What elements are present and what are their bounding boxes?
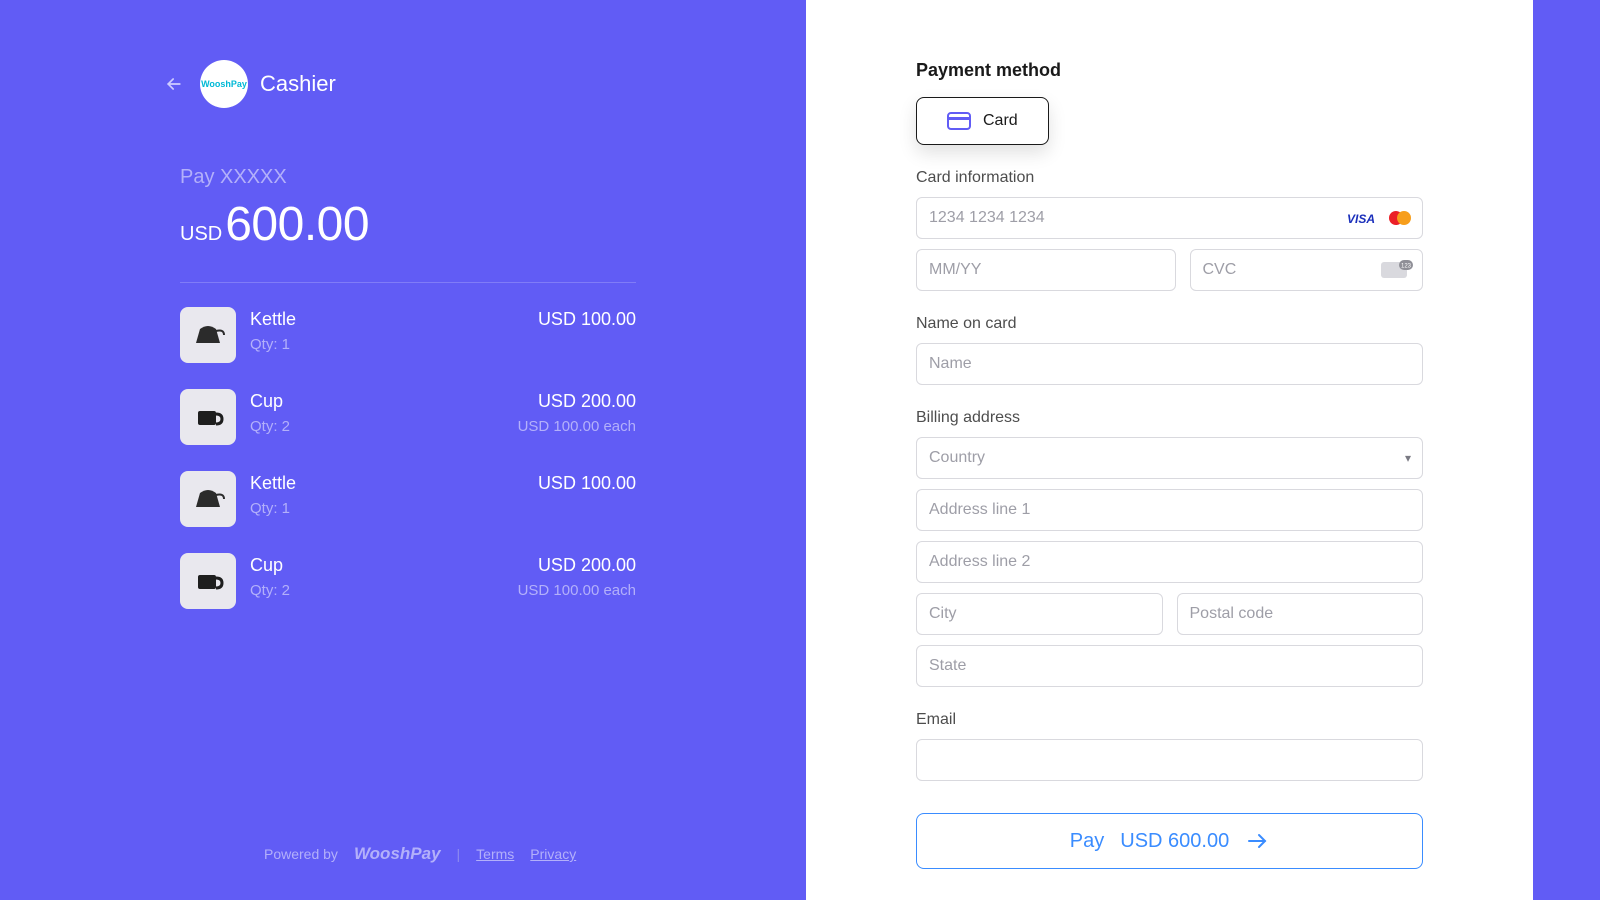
item-thumb [180, 471, 236, 527]
pay-button-amount: USD 600.00 [1120, 830, 1229, 853]
item-thumb [180, 307, 236, 363]
line-item: Kettle Qty: 1 USD 100.00 [180, 307, 636, 363]
card-icon [947, 112, 971, 130]
order-summary: Pay XXXXX USD 600.00 Kettle Qty: 1 USD 100… [180, 166, 636, 609]
item-price: USD 200.00 [518, 555, 636, 576]
privacy-link[interactable]: Privacy [530, 846, 576, 862]
item-name: Kettle [250, 473, 524, 494]
item-qty: Qty: 1 [250, 336, 524, 353]
powered-by-label: Powered by [264, 846, 338, 862]
arrow-right-icon [1245, 829, 1269, 853]
item-name: Cup [250, 555, 504, 576]
item-qty: Qty: 1 [250, 500, 524, 517]
line-item: Cup Qty: 2 USD 200.00 USD 100.00 each [180, 389, 636, 445]
back-arrow-icon[interactable] [164, 74, 184, 94]
item-price: USD 200.00 [518, 391, 636, 412]
visa-icon: VISA [1347, 211, 1381, 225]
city-input[interactable] [916, 593, 1163, 635]
pay-label: Pay XXXXX [180, 166, 636, 189]
item-thumb [180, 553, 236, 609]
brand-logo: WooshPay [200, 60, 248, 108]
line-items: Kettle Qty: 1 USD 100.00 Cup Qty: 2 USD 200.0… [180, 282, 636, 609]
brand-name: Cashier [260, 71, 336, 97]
card-expiry-input[interactable] [916, 249, 1176, 291]
total-amount: 600.00 [225, 197, 369, 252]
right-gutter [1533, 0, 1600, 900]
footer: Powered by WooshPay | Terms Privacy [164, 844, 706, 864]
cvc-hint-icon: 123 [1381, 260, 1413, 280]
pay-button-prefix: Pay [1070, 830, 1104, 853]
svg-text:VISA: VISA [1347, 212, 1375, 225]
address-line2-input[interactable] [916, 541, 1423, 583]
email-label: Email [916, 711, 1423, 729]
svg-text:123: 123 [1401, 264, 1412, 270]
mastercard-icon [1387, 210, 1413, 226]
postal-code-input[interactable] [1177, 593, 1424, 635]
amount-line: USD 600.00 [180, 197, 636, 252]
item-thumb [180, 389, 236, 445]
brand-row: WooshPay Cashier [164, 60, 706, 108]
terms-link[interactable]: Terms [476, 846, 514, 862]
item-each: USD 100.00 each [518, 582, 636, 599]
method-card-label: Card [983, 112, 1018, 130]
pay-button[interactable]: Pay USD 600.00 [916, 813, 1423, 869]
name-on-card-label: Name on card [916, 315, 1423, 333]
footer-separator: | [457, 846, 461, 862]
payment-panel: Payment method Card Card information VIS… [806, 0, 1533, 900]
item-qty: Qty: 2 [250, 582, 504, 599]
card-brand-icons: VISA [1347, 210, 1413, 226]
payment-method-heading: Payment method [916, 60, 1423, 81]
email-input[interactable] [916, 739, 1423, 781]
summary-panel: WooshPay Cashier Pay XXXXX USD 600.00 Ke… [0, 0, 806, 900]
line-item: Cup Qty: 2 USD 200.00 USD 100.00 each [180, 553, 636, 609]
item-name: Cup [250, 391, 504, 412]
item-qty: Qty: 2 [250, 418, 504, 435]
address-line1-input[interactable] [916, 489, 1423, 531]
currency-label: USD [180, 223, 222, 246]
country-select-value: Country [929, 449, 985, 467]
item-price: USD 100.00 [538, 473, 636, 494]
country-select[interactable]: Country [916, 437, 1423, 479]
item-each: USD 100.00 each [518, 418, 636, 435]
item-price: USD 100.00 [538, 309, 636, 330]
name-on-card-input[interactable] [916, 343, 1423, 385]
card-info-label: Card information [916, 169, 1423, 187]
item-name: Kettle [250, 309, 524, 330]
state-input[interactable] [916, 645, 1423, 687]
line-item: Kettle Qty: 1 USD 100.00 [180, 471, 636, 527]
billing-address-label: Billing address [916, 409, 1423, 427]
method-card-button[interactable]: Card [916, 97, 1049, 145]
brand-logo-text: WooshPay [201, 79, 247, 89]
powered-brand: WooshPay [354, 844, 441, 864]
